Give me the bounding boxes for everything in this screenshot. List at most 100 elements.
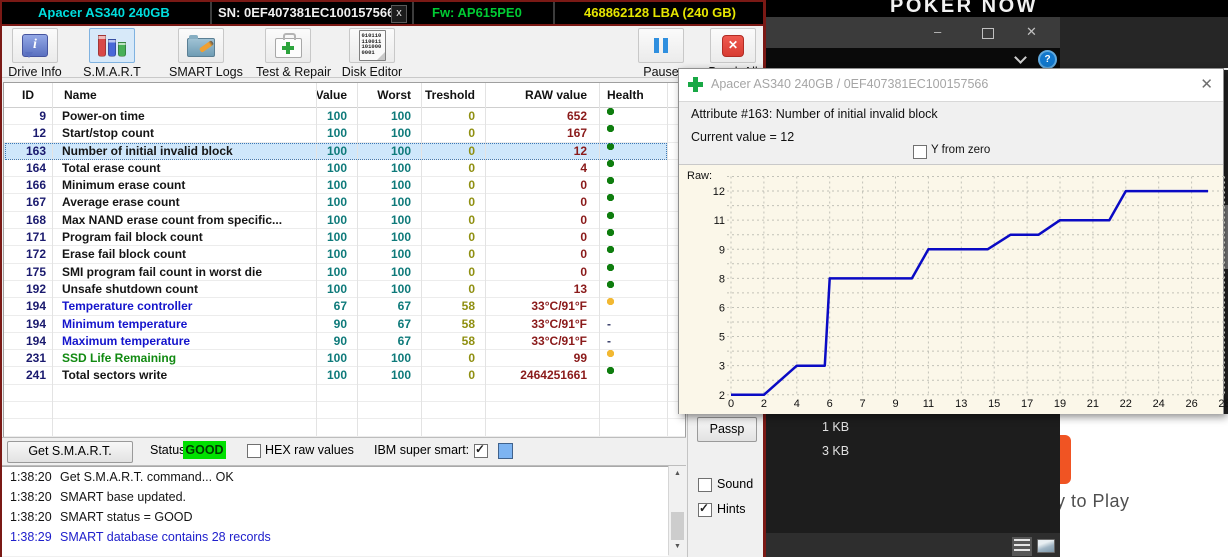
y-from-zero-label[interactable]: Y from zero xyxy=(931,144,990,156)
smart-logs-button[interactable]: SMART Logs xyxy=(169,28,243,79)
test-tubes-icon xyxy=(98,34,126,57)
table-row[interactable]: 167 Average erase count 100 100 0 0 xyxy=(4,194,685,211)
hex-raw-values-checkbox[interactable] xyxy=(247,444,261,458)
popup-close-icon[interactable]: ✕ xyxy=(1200,75,1213,93)
column-divider xyxy=(357,83,358,436)
poker-ready-panel: y to Play xyxy=(1056,414,1228,557)
table-row[interactable]: 166 Minimum erase count 100 100 0 0 xyxy=(4,177,685,194)
pause-icon xyxy=(654,38,668,53)
smart-button[interactable]: S.M.A.R.T xyxy=(80,28,144,79)
scrollbar-thumb[interactable] xyxy=(671,512,684,540)
log-scrollbar[interactable]: ▲ ▼ xyxy=(668,466,686,555)
svg-text:24: 24 xyxy=(1153,398,1165,410)
drive-info-button[interactable]: i Drive Info xyxy=(3,28,67,79)
table-row[interactable]: 164 Total erase count 100 100 0 4 xyxy=(4,159,685,177)
blue-color-swatch-button[interactable] xyxy=(498,443,513,459)
maximize-icon[interactable] xyxy=(982,28,994,39)
chevron-down-icon[interactable] xyxy=(1014,51,1027,64)
table-row[interactable]: 192 Unsafe shutdown count 100 100 0 13 xyxy=(4,280,685,298)
table-row[interactable]: 172 Erase fail block count 100 100 0 0 xyxy=(4,246,685,263)
test-repair-button[interactable]: Test & Repair xyxy=(256,28,331,79)
scroll-up-arrow[interactable]: ▲ xyxy=(669,467,686,481)
table-row[interactable]: 231 SSD Life Remaining 100 100 0 99 xyxy=(4,350,685,367)
svg-text:Raw:: Raw: xyxy=(687,170,712,182)
log-entry: 1:38:20 SMART status = GOOD xyxy=(10,510,193,524)
y-from-zero-checkbox[interactable] xyxy=(913,145,927,159)
get-smart-button[interactable]: Get S.M.A.R.T. xyxy=(7,441,133,463)
log-area: 1:38:20 Get S.M.A.R.T. command... OK 1:38:… xyxy=(2,466,668,556)
svg-text:7: 7 xyxy=(860,398,866,410)
hints-checkbox[interactable] xyxy=(698,501,712,517)
divider xyxy=(210,2,212,24)
attribute-chart-popup: Apacer AS340 240GB / 0EF407381EC10015756… xyxy=(678,68,1228,414)
raw-value-chart: 12 11 9 8 6 5 3 2 0 2 4 6 7 9 11 13 15 17 19 21 22 24 26 28 Raw: xyxy=(679,164,1228,414)
ibm-super-smart-checkbox[interactable] xyxy=(474,442,488,458)
smart-control-bar: Get S.M.A.R.T. Status: GOOD HEX raw valu… xyxy=(2,437,686,466)
table-row[interactable]: 171 Program fail block count 100 100 0 0 xyxy=(4,229,685,246)
column-header-name: Name xyxy=(64,88,97,102)
hex-raw-values-label[interactable]: HEX raw values xyxy=(265,443,354,457)
empty-table-row xyxy=(4,385,685,402)
details-view-icon[interactable] xyxy=(1012,537,1032,556)
table-row[interactable]: 168 Max NAND erase count from specific...… xyxy=(4,211,685,229)
passport-button[interactable]: Passp xyxy=(697,417,757,442)
table-row[interactable]: 12 Start/stop count 100 100 0 167 xyxy=(4,125,685,142)
orange-button[interactable] xyxy=(1060,435,1071,484)
svg-text:22: 22 xyxy=(1120,398,1132,410)
column-header-id: ID xyxy=(22,88,34,102)
poker-bottom-bar xyxy=(766,533,1060,557)
svg-text:0: 0 xyxy=(728,398,734,410)
column-divider xyxy=(421,83,422,436)
disk-editor-button[interactable]: 010110 110011 101000 0001 Disk Editor xyxy=(340,28,404,79)
status-badge: GOOD xyxy=(183,441,226,459)
table-row[interactable]: 9 Power-on time 100 100 0 652 xyxy=(4,108,685,125)
svg-text:2: 2 xyxy=(761,398,767,410)
table-body: 9 Power-on time 100 100 0 652 12 Start/stop cou… xyxy=(4,108,685,437)
help-icon[interactable]: ? xyxy=(1038,50,1057,69)
close-icon[interactable]: ✕ xyxy=(1026,24,1037,40)
hints-label[interactable]: Hints xyxy=(717,502,745,516)
svg-text:21: 21 xyxy=(1087,398,1099,410)
svg-text:15: 15 xyxy=(988,398,1000,410)
svg-text:5: 5 xyxy=(719,332,725,344)
table-row[interactable]: 241 Total sectors write 100 100 0 2464251661 xyxy=(4,367,685,384)
table-row[interactable]: 194 Minimum temperature 90 67 58 33°C/91°F - xyxy=(4,316,685,333)
scroll-down-arrow[interactable]: ▼ xyxy=(669,540,686,554)
poker-window-controls: – ✕ xyxy=(766,17,1060,48)
drive-close-button[interactable]: x xyxy=(391,5,407,23)
svg-text:11: 11 xyxy=(714,215,725,227)
window-border-left xyxy=(0,0,2,557)
attribute-chart: 12119865320 2 4 6 7 9 11 13 15 17 19 21 22 24 26 28Raw: xyxy=(687,170,1228,410)
table-row[interactable]: 175 SMI program fail count in worst die 10… xyxy=(4,263,685,281)
poker-sub-bar: ? xyxy=(766,48,1060,70)
poker-now-logo: POKER NOW xyxy=(890,0,1039,17)
svg-text:3: 3 xyxy=(719,361,725,373)
file-size-1: 1 KB xyxy=(822,420,850,434)
sound-checkbox[interactable] xyxy=(698,478,712,492)
attribute-description: Attribute #163: Number of initial invali… xyxy=(691,107,938,121)
svg-text:9: 9 xyxy=(719,244,725,256)
smart-attributes-table: ID Name Value Worst Treshold RAW value H… xyxy=(3,82,686,439)
ready-to-play-text: y to Play xyxy=(1056,491,1130,511)
first-aid-icon xyxy=(274,33,302,58)
table-row[interactable]: 194 Maximum temperature 90 67 58 33°C/91°F - xyxy=(4,333,685,350)
table-header: ID Name Value Worst Treshold RAW value H… xyxy=(4,83,685,108)
svg-text:12: 12 xyxy=(713,186,725,198)
svg-text:11: 11 xyxy=(923,398,934,410)
drive-model: Apacer AS340 240GB xyxy=(38,5,170,20)
info-bubble-icon: i xyxy=(22,34,48,58)
minimize-icon[interactable]: – xyxy=(934,24,941,39)
table-row[interactable]: 163 Number of initial invalid block 100 100… xyxy=(4,142,685,160)
binary-sheet-icon: 010110 110011 101000 0001 xyxy=(358,30,386,61)
current-value-text: Current value = 12 xyxy=(691,130,795,144)
table-row[interactable]: 194 Temperature controller 67 67 58 33°C/91°F xyxy=(4,298,685,315)
svg-text:6: 6 xyxy=(827,398,833,410)
victoria-window: Apacer AS340 240GB SN: 0EF407381EC100157… xyxy=(0,0,766,557)
poker-file-panel: 1 KB 3 KB xyxy=(766,414,1060,557)
divider xyxy=(412,2,414,24)
svg-text:2: 2 xyxy=(719,390,725,402)
picture-icon[interactable] xyxy=(1037,539,1055,553)
sound-label[interactable]: Sound xyxy=(717,477,753,491)
popup-title-bar[interactable]: Apacer AS340 240GB / 0EF407381EC10015756… xyxy=(679,69,1223,102)
log-entry: 1:38:20 SMART base updated. xyxy=(10,490,187,504)
